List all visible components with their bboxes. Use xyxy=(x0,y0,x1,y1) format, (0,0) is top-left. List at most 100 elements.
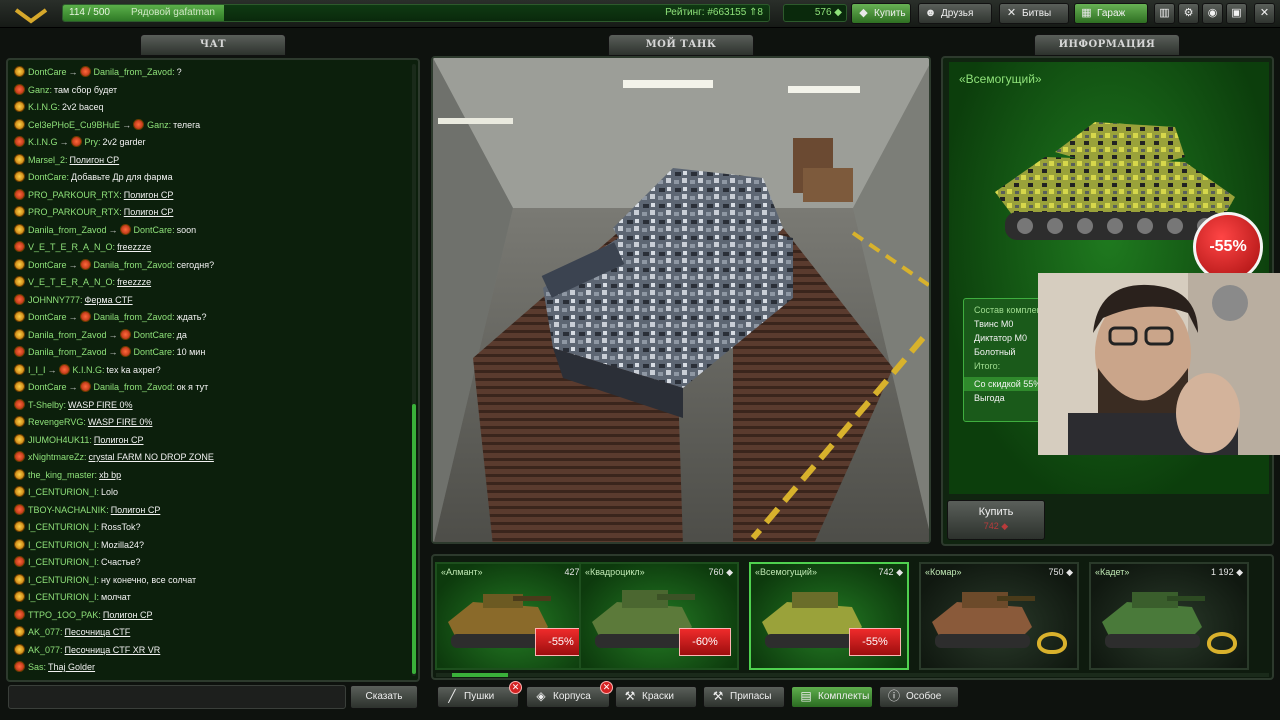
tab-guns[interactable]: ╱ Пушки ✕ xyxy=(437,681,522,708)
chat-text: 2v2 garder xyxy=(102,137,146,147)
chat-recipient[interactable]: DontCare xyxy=(134,347,173,357)
chat-sender[interactable]: JIUMOH4UK11 xyxy=(28,435,89,445)
chat-battle-link[interactable]: WASP FIRE 0% xyxy=(68,400,133,410)
chat-colon: : xyxy=(65,154,68,165)
chat-battle-link[interactable]: Thaj Golder xyxy=(48,662,95,672)
battles-button[interactable]: ✕ Битвы xyxy=(999,3,1069,24)
chat-sender[interactable]: I_I_I xyxy=(28,365,46,375)
chat-recipient[interactable]: K.I.N.G xyxy=(73,365,103,375)
chat-battle-link[interactable]: crystal FARM NO DROP ZONE xyxy=(89,452,214,462)
send-message-button[interactable]: Сказать xyxy=(350,685,418,709)
shop-card[interactable]: «Квадроцикл» 760 ◆ -60% xyxy=(579,562,739,670)
buy-kit-button[interactable]: Купить 742 ◆ xyxy=(947,500,1045,540)
shop-card[interactable]: «Алмант» 427 ◆ -55% xyxy=(435,562,595,670)
stats-icon[interactable]: ▥ xyxy=(1154,3,1175,24)
chat-scrollbar[interactable] xyxy=(412,64,416,676)
chat-sender[interactable]: Marsel_2 xyxy=(28,155,65,165)
chat-sender[interactable]: Ganz xyxy=(28,85,50,95)
chat-sender[interactable]: AK_077 xyxy=(28,627,60,637)
chat-sender[interactable]: DontCare xyxy=(28,260,67,270)
sound-icon[interactable]: ◉ xyxy=(1202,3,1223,24)
chat-sender[interactable]: Cel3ePHoE_Cu9BHuE xyxy=(28,120,120,130)
chat-recipient[interactable]: Danila_from_Zavod xyxy=(94,312,173,322)
chat-sender[interactable]: Sas xyxy=(28,662,44,672)
shop-card[interactable]: «Комар» 750 ◆ xyxy=(919,562,1079,670)
chat-battle-link[interactable]: freezzze xyxy=(117,277,151,287)
chat-sender[interactable]: I_CENTURION_I xyxy=(28,522,97,532)
chat-sender[interactable]: PRO_PARKOUR_RTX xyxy=(28,190,119,200)
chat-sender[interactable]: RevengeRVG xyxy=(28,417,83,427)
chat-sender[interactable]: TBOY-NACHALNIK xyxy=(28,505,106,515)
chat-sender[interactable]: I_CENTURION_I xyxy=(28,575,97,585)
chat-recipient[interactable]: Pry xyxy=(85,137,99,147)
chat-colon: : xyxy=(63,399,67,410)
rank-icon xyxy=(14,171,25,182)
chat-battle-link[interactable]: freezzze xyxy=(117,242,151,252)
chat-sender[interactable]: TTPO_1OO_PAK xyxy=(28,610,98,620)
chat-text: 10 мин xyxy=(176,347,206,357)
chat-sender[interactable]: Danila_from_Zavod xyxy=(28,225,107,235)
tab-kits[interactable]: ▤ Комплекты xyxy=(791,686,873,708)
chat-battle-link[interactable]: Полигон CP xyxy=(124,207,174,217)
shop-scroll-thumb[interactable] xyxy=(452,673,508,677)
friends-button[interactable]: ☻ Друзья xyxy=(918,3,992,24)
chat-sender[interactable]: K.I.N.G xyxy=(28,102,58,112)
chat-sender[interactable]: DontCare xyxy=(28,172,67,182)
chat-sender[interactable]: T-Shelby xyxy=(28,400,64,410)
buy-crystals-button[interactable]: ◆ Купить xyxy=(851,3,911,24)
chat-sender[interactable]: V_E_T_E_R_A_N_O xyxy=(28,277,113,287)
chat-colon: : xyxy=(43,662,47,672)
settings-gear-icon[interactable]: ⚙ xyxy=(1178,3,1199,24)
tab-hulls[interactable]: ◈ Корпуса ✕ xyxy=(526,681,613,708)
chat-battle-link[interactable]: Полигон CP xyxy=(111,505,161,515)
chat-input[interactable] xyxy=(8,685,346,709)
chat-battle-link[interactable]: Полигон CP xyxy=(70,155,120,165)
shop-scrollbar[interactable] xyxy=(436,673,1269,677)
top-bar: 114 / 500 Рядовой gafatman Рейтинг: #663… xyxy=(0,0,1280,28)
chat-recipient[interactable]: Danila_from_Zavod xyxy=(94,67,173,77)
tab-special[interactable]: ⓘ Особое xyxy=(879,686,959,708)
chat-battle-link[interactable]: Песочница CTF xyxy=(65,627,131,637)
fullscreen-icon[interactable]: ▣ xyxy=(1226,3,1247,24)
chat-sender[interactable]: JOHNNY777 xyxy=(28,295,80,305)
close-icon[interactable]: ✕ xyxy=(1254,3,1275,24)
chat-sender[interactable]: DontCare xyxy=(28,67,67,77)
chat-battle-link[interactable]: Песочница CTF XR VR xyxy=(65,645,161,655)
chat-sender[interactable]: I_CENTURION_I xyxy=(28,540,97,550)
tab-supplies[interactable]: ⚒ Припасы xyxy=(703,686,785,708)
chat-sender[interactable]: AK_077 xyxy=(28,645,60,655)
chat-recipient[interactable]: DontCare xyxy=(134,225,173,235)
chat-battle-link[interactable]: Полигон CP xyxy=(94,435,144,445)
shop-card-selected[interactable]: «Всемогущий» 742 ◆ -55% xyxy=(749,562,909,670)
chat-sender[interactable]: PRO_PARKOUR_RTX xyxy=(28,207,119,217)
shop-card[interactable]: «Кадет» 1 192 ◆ xyxy=(1089,562,1249,670)
chat-colon: : xyxy=(112,242,116,252)
chat-sender[interactable]: K.I.N.G xyxy=(28,137,58,147)
chat-sender[interactable]: the_king_master xyxy=(28,470,95,480)
chat-battle-link[interactable]: Полигон CP xyxy=(103,610,153,620)
chat-colon: : xyxy=(96,522,100,532)
chat-battle-link[interactable]: Полигон CP xyxy=(124,190,174,200)
chat-sender[interactable]: DontCare xyxy=(28,312,67,322)
chat-battle-link[interactable]: xb bp xyxy=(99,470,121,480)
chat-sender[interactable]: I_CENTURION_I xyxy=(28,592,97,602)
chat-battle-link[interactable]: Ферма CTF xyxy=(85,295,133,305)
chat-sender[interactable]: I_CENTURION_I xyxy=(28,557,97,567)
rank-icon xyxy=(119,346,131,357)
chat-sender[interactable]: xNightmareZz xyxy=(28,452,84,462)
chat-sender[interactable]: DontCare xyxy=(28,382,67,392)
chat-sender[interactable]: V_E_T_E_R_A_N_O xyxy=(28,242,113,252)
chat-recipient[interactable]: Danila_from_Zavod xyxy=(94,382,173,392)
chat-recipient[interactable]: DontCare xyxy=(134,330,173,340)
chat-sender[interactable]: I_CENTURION_I xyxy=(28,487,97,497)
menu-chevron-icon[interactable] xyxy=(14,6,48,26)
garage-button[interactable]: ▦ Гараж xyxy=(1074,3,1148,24)
chat-sender[interactable]: Danila_from_Zavod xyxy=(28,330,107,340)
garage-3d-view[interactable] xyxy=(431,56,931,544)
chat-recipient[interactable]: Ganz xyxy=(147,120,169,130)
chat-scroll-thumb[interactable] xyxy=(412,404,416,674)
chat-recipient[interactable]: Danila_from_Zavod xyxy=(94,260,173,270)
chat-sender[interactable]: Danila_from_Zavod xyxy=(28,347,107,357)
chat-battle-link[interactable]: WASP FIRE 0% xyxy=(88,417,153,427)
tab-paints[interactable]: ⚒ Краски xyxy=(615,686,697,708)
